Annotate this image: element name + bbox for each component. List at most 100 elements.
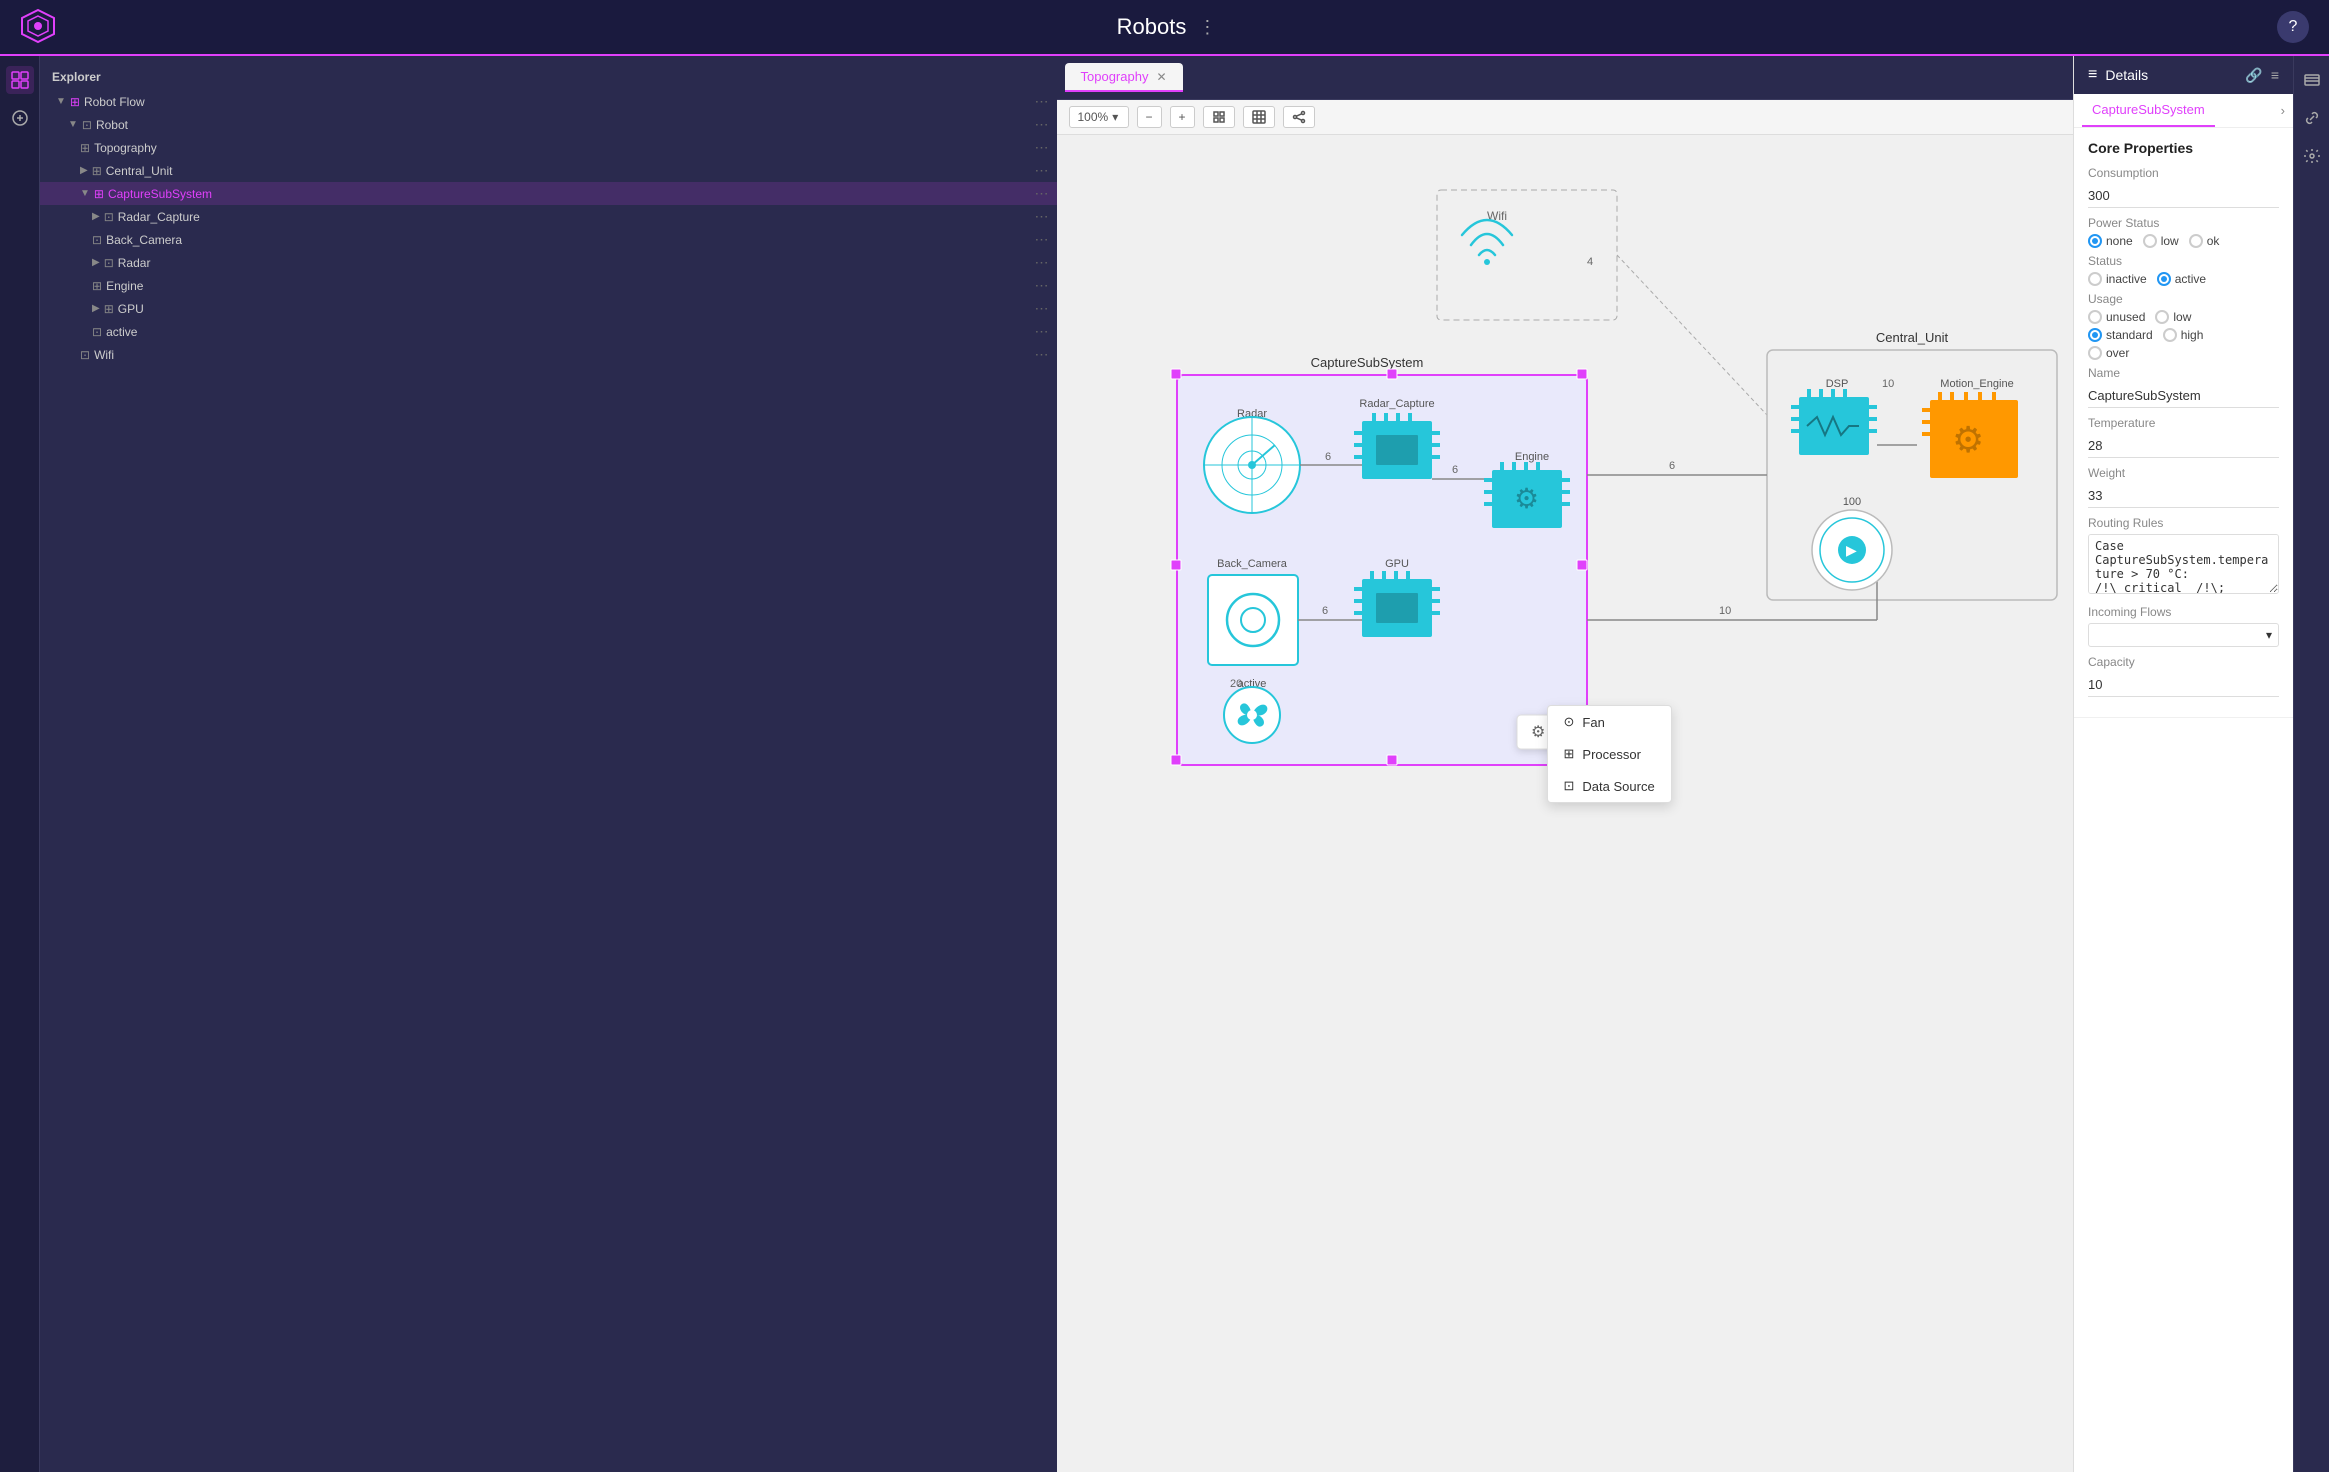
status-active-radio[interactable] xyxy=(2157,272,2171,286)
sidebar-icon-2[interactable] xyxy=(6,104,34,132)
usage-low-radio[interactable] xyxy=(2155,310,2169,324)
sidebar-icon-explorer[interactable] xyxy=(6,66,34,94)
tab-topography[interactable]: Topography ✕ xyxy=(1065,63,1183,92)
robot-menu[interactable]: ⋯ xyxy=(1027,116,1049,133)
right-icon-layers[interactable] xyxy=(2298,66,2326,94)
engine-menu[interactable]: ⋯ xyxy=(1027,277,1049,294)
toolbar-settings-icon[interactable]: ⚙ xyxy=(1531,724,1545,741)
power-ok-radio[interactable] xyxy=(2189,234,2203,248)
context-menu-fan[interactable]: ⊙ Fan xyxy=(1548,706,1671,738)
zoom-out-button[interactable]: − xyxy=(1137,106,1162,128)
share-button[interactable] xyxy=(1283,106,1315,128)
power-status-label: Power Status xyxy=(2088,216,2279,230)
status-active-option[interactable]: active xyxy=(2157,272,2206,286)
zoom-level-display[interactable]: 100% ▾ xyxy=(1069,106,1129,128)
robot-flow-menu[interactable]: ⋯ xyxy=(1027,93,1049,110)
power-low-option[interactable]: low xyxy=(2143,234,2179,248)
topography-menu[interactable]: ⋯ xyxy=(1027,139,1049,156)
grid-view-button[interactable] xyxy=(1243,106,1275,128)
status-active-label: active xyxy=(2175,272,2206,286)
gpu-node-label: GPU xyxy=(1385,558,1409,570)
context-menu-data-source[interactable]: ⊡ Data Source xyxy=(1548,770,1671,802)
content-area: Topography ✕ 100% ▾ − + xyxy=(1057,56,2074,1472)
central-unit-menu[interactable]: ⋯ xyxy=(1027,162,1049,179)
sidebar-item-robot[interactable]: ▼ ⊡ Robot ⋯ xyxy=(40,113,1057,136)
usage-group-3: over xyxy=(2088,346,2279,360)
panel-tab-arrow[interactable]: › xyxy=(2281,103,2285,118)
sidebar-item-back-camera[interactable]: ⊡ Back_Camera ⋯ xyxy=(40,228,1057,251)
panel-tab-capture[interactable]: CaptureSubSystem xyxy=(2082,94,2215,127)
sidebar-item-robot-flow[interactable]: ▼ ⊞ Robot Flow ⋯ xyxy=(40,90,1057,113)
dsp-chip[interactable] xyxy=(1791,389,1877,455)
sidebar-item-topography[interactable]: ⊞ Topography ⋯ xyxy=(40,136,1057,159)
usage-high-option[interactable]: high xyxy=(2163,328,2204,342)
context-menu-processor[interactable]: ⊞ Processor xyxy=(1548,738,1671,770)
capture-subsystem-menu[interactable]: ⋯ xyxy=(1027,185,1049,202)
back-camera-menu[interactable]: ⋯ xyxy=(1027,231,1049,248)
power-ok-option[interactable]: ok xyxy=(2189,234,2220,248)
radar-capture-menu[interactable]: ⋯ xyxy=(1027,208,1049,225)
wifi-menu[interactable]: ⋯ xyxy=(1027,346,1049,363)
usage-high-radio[interactable] xyxy=(2163,328,2177,342)
name-value[interactable]: CaptureSubSystem xyxy=(2088,384,2279,408)
panel-menu-icon[interactable]: ≡ xyxy=(2088,66,2097,84)
capacity-label: Capacity xyxy=(2088,655,2279,669)
engine-chip[interactable]: ⚙ xyxy=(1484,462,1570,528)
consumption-label: Consumption xyxy=(2088,166,2279,180)
radar-capture-chip[interactable] xyxy=(1354,413,1440,479)
status-inactive-radio[interactable] xyxy=(2088,272,2102,286)
active-label: active xyxy=(106,325,137,339)
topbar-help-button[interactable]: ? xyxy=(2277,11,2309,43)
temperature-value[interactable]: 28 xyxy=(2088,434,2279,458)
active-menu[interactable]: ⋯ xyxy=(1027,323,1049,340)
usage-group-2: standard high xyxy=(2088,328,2279,342)
usage-over-option[interactable]: over xyxy=(2088,346,2129,360)
power-none-label: none xyxy=(2106,234,2133,248)
panel-header: ≡ Details 🔗 ≡ xyxy=(2074,56,2293,94)
capacity-value[interactable]: 10 xyxy=(2088,673,2279,697)
zoom-in-button[interactable]: + xyxy=(1170,106,1195,128)
gpu-chip[interactable] xyxy=(1354,571,1440,637)
usage-over-radio[interactable] xyxy=(2088,346,2102,360)
back-camera-node-label: Back_Camera xyxy=(1217,558,1288,570)
back-camera-body[interactable] xyxy=(1208,575,1298,665)
radar-center-dot xyxy=(1248,461,1256,469)
topbar-menu-icon[interactable]: ⋮ xyxy=(1198,17,1216,38)
gpu-menu[interactable]: ⋯ xyxy=(1027,300,1049,317)
power-none-radio[interactable] xyxy=(2088,234,2102,248)
weight-value[interactable]: 33 xyxy=(2088,484,2279,508)
right-icon-link[interactable] xyxy=(2298,104,2326,132)
power-none-option[interactable]: none xyxy=(2088,234,2133,248)
status-inactive-option[interactable]: inactive xyxy=(2088,272,2147,286)
motion-engine-chip[interactable]: ⚙ xyxy=(1922,392,2018,478)
radar-capture-arrow: ▶ xyxy=(92,211,100,222)
diagram-canvas[interactable]: Wifi 4 CaptureSubSystem xyxy=(1057,135,2074,1472)
tab-close-topography[interactable]: ✕ xyxy=(1156,70,1166,84)
usage-unused-radio[interactable] xyxy=(2088,310,2102,324)
sidebar-item-central-unit[interactable]: ▶ ⊞ Central_Unit ⋯ xyxy=(40,159,1057,182)
radar-menu[interactable]: ⋯ xyxy=(1027,254,1049,271)
panel-link-icon[interactable]: 🔗 xyxy=(2245,67,2262,84)
usage-low-option[interactable]: low xyxy=(2155,310,2191,324)
sidebar-item-engine[interactable]: ⊞ Engine ⋯ xyxy=(40,274,1057,297)
topbar-title-area: Robots ⋮ xyxy=(1117,14,1217,40)
routing-rules-textarea[interactable]: Case CaptureSubSystem.temperature > 70 °… xyxy=(2088,534,2279,594)
sidebar-item-gpu[interactable]: ▶ ⊞ GPU ⋯ xyxy=(40,297,1057,320)
panel-settings-icon-header[interactable]: ≡ xyxy=(2271,67,2279,84)
radar-capture-label: Radar_Capture xyxy=(118,210,200,224)
usage-standard-option[interactable]: standard xyxy=(2088,328,2153,342)
consumption-value[interactable]: 300 xyxy=(2088,184,2279,208)
sidebar-item-capture-subsystem[interactable]: ▼ ⊞ CaptureSubSystem ⋯ xyxy=(40,182,1057,205)
sidebar-item-active[interactable]: ⊡ active ⋯ xyxy=(40,320,1057,343)
right-icon-settings[interactable] xyxy=(2298,142,2326,170)
fan-icon: ⊙ xyxy=(1564,714,1575,730)
sidebar-item-radar[interactable]: ▶ ⊡ Radar ⋯ xyxy=(40,251,1057,274)
usage-standard-radio[interactable] xyxy=(2088,328,2102,342)
incoming-flows-dropdown[interactable]: ▾ xyxy=(2088,623,2279,647)
fit-view-button[interactable] xyxy=(1203,106,1235,128)
right-icon-strip xyxy=(2293,56,2329,1472)
usage-unused-option[interactable]: unused xyxy=(2088,310,2145,324)
sidebar-item-wifi[interactable]: ⊡ Wifi ⋯ xyxy=(40,343,1057,366)
sidebar-item-radar-capture[interactable]: ▶ ⊡ Radar_Capture ⋯ xyxy=(40,205,1057,228)
power-low-radio[interactable] xyxy=(2143,234,2157,248)
